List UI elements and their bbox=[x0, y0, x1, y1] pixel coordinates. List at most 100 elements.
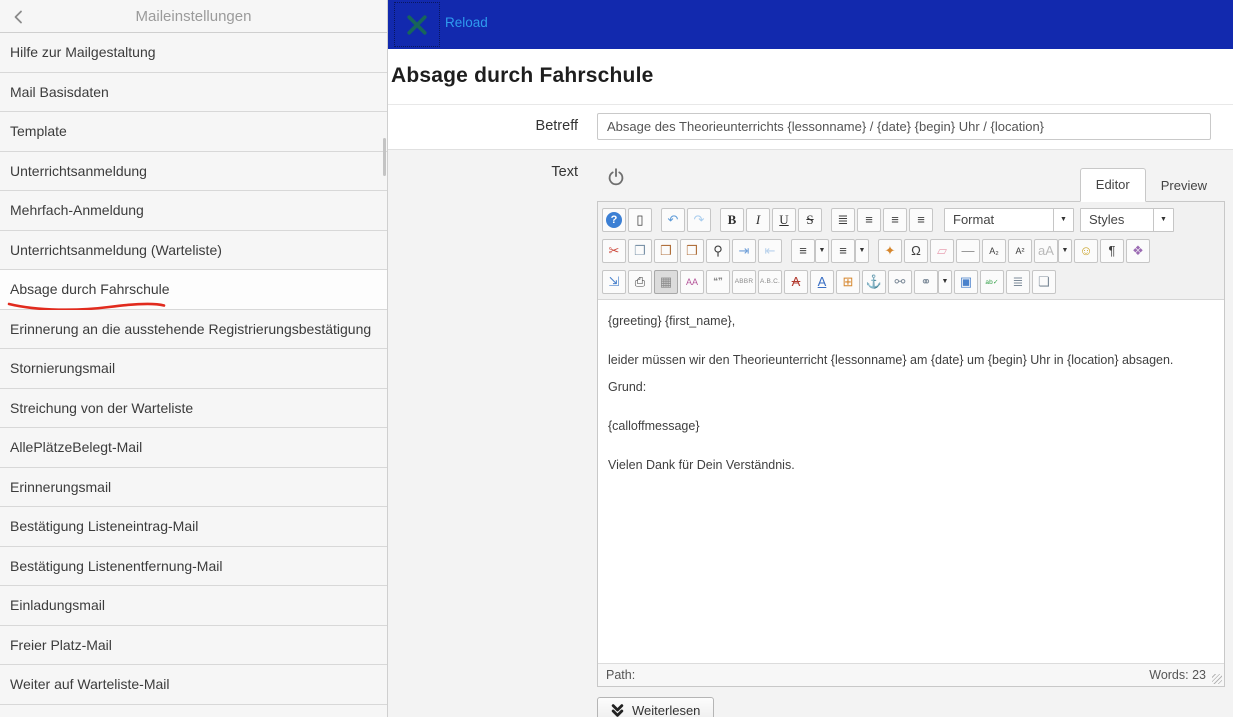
subscript-icon[interactable]: A₂ bbox=[982, 238, 1006, 263]
editor-toolbar: ? ▯ ↶ ↷ B I U S ≣ ≡ ≡ ≡ Format ▼ Styles ▼ ✂ ❐ ❒ ❒ ⚲ ⇥ ⇤ ≡ ▼ ≡ ▼ ✦ Ω ▱… bbox=[598, 202, 1224, 300]
resize-grip-icon[interactable] bbox=[1212, 674, 1222, 684]
sidebar-item[interactable]: Mehrfach-Anmeldung bbox=[0, 191, 387, 231]
bold-icon[interactable]: B bbox=[720, 207, 744, 232]
sidebar-item[interactable]: Streichung von der Warteliste bbox=[0, 388, 387, 428]
find-icon[interactable]: ⚲ bbox=[706, 238, 730, 263]
acronym-icon[interactable]: A.B.C. bbox=[758, 269, 782, 294]
style-props-caret[interactable]: ▼ bbox=[1058, 238, 1072, 263]
close-button[interactable] bbox=[394, 2, 440, 47]
indent-icon[interactable]: ⇥ bbox=[732, 238, 756, 263]
sidebar-item[interactable]: Unterrichtsanmeldung (Warteliste) bbox=[0, 230, 387, 270]
sidebar-item[interactable]: Bestätigung Listenentfernung-Mail bbox=[0, 546, 387, 586]
back-icon[interactable] bbox=[10, 8, 28, 26]
unlink-icon[interactable]: ⚯ bbox=[888, 269, 912, 294]
link-caret[interactable]: ▼ bbox=[938, 269, 952, 294]
sidebar-item[interactable]: Freier Platz-Mail bbox=[0, 625, 387, 665]
numbered-list-caret[interactable]: ▼ bbox=[815, 238, 829, 263]
del-icon[interactable]: A bbox=[784, 269, 808, 294]
insert-date-icon[interactable]: ⊞ bbox=[836, 269, 860, 294]
advanced-hr-icon[interactable]: ≣ bbox=[1006, 269, 1030, 294]
print-icon[interactable]: ⎙ bbox=[628, 269, 652, 294]
text-row: Text Editor Preview ?▯↶↷BIUS≣≡ bbox=[388, 149, 1233, 717]
justify-full-icon[interactable]: ≣ bbox=[831, 207, 855, 232]
fullscreen-icon[interactable]: ⇲ bbox=[602, 269, 626, 294]
redo-icon[interactable]: ↷ bbox=[687, 207, 711, 232]
sidebar-item[interactable]: Erinnerungsmail bbox=[0, 467, 387, 507]
emotions-icon[interactable]: ☺ bbox=[1074, 238, 1098, 263]
style-props-icon[interactable]: aA bbox=[1034, 238, 1058, 263]
outdent-icon[interactable]: ⇤ bbox=[758, 238, 782, 263]
ins-icon[interactable]: A bbox=[810, 269, 834, 294]
link-icon[interactable]: ⚭ bbox=[914, 269, 938, 294]
text-label: Text bbox=[551, 164, 578, 180]
table-icon[interactable]: ▦ bbox=[654, 269, 678, 294]
sidebar-title: Maileinstellungen bbox=[135, 7, 252, 25]
paste-icon[interactable]: ❒ bbox=[654, 238, 678, 263]
subject-input[interactable] bbox=[597, 113, 1211, 140]
font-colors-icon[interactable]: AA bbox=[680, 269, 704, 294]
editor-statusbar: Path: Words: 23 bbox=[598, 663, 1224, 686]
sidebar-list: Hilfe zur Mailgestaltung Mail Basisdaten T… bbox=[0, 33, 387, 705]
sidebar-item[interactable]: Unterrichtsanmeldung bbox=[0, 151, 387, 191]
tab-editor[interactable]: Editor bbox=[1079, 168, 1146, 202]
insert-layer-icon[interactable]: ❏ bbox=[1032, 269, 1056, 294]
horizontal-rule-icon[interactable]: — bbox=[956, 238, 980, 263]
power-icon[interactable] bbox=[607, 168, 625, 186]
reload-link[interactable]: Reload bbox=[445, 15, 488, 30]
paste-as-text-icon[interactable]: ❒ bbox=[680, 238, 704, 263]
sidebar-item[interactable]: Template bbox=[0, 112, 387, 152]
image-icon[interactable]: ▣ bbox=[954, 269, 978, 294]
bullet-list-caret[interactable]: ▼ bbox=[855, 238, 869, 263]
paragraph-icon[interactable]: ¶ bbox=[1100, 238, 1124, 263]
cite-icon[interactable]: ABBR bbox=[732, 269, 756, 294]
spellcheck-icon[interactable]: ab✓ bbox=[980, 269, 1004, 294]
special-char-icon[interactable]: Ω bbox=[904, 238, 928, 263]
sidebar-item[interactable]: Erinnerung an die ausstehende Registrier… bbox=[0, 309, 387, 349]
sidebar-item[interactable]: AllePlätzeBelegt-Mail bbox=[0, 428, 387, 468]
new-document-icon[interactable]: ▯ bbox=[628, 207, 652, 232]
sidebar-item[interactable]: Bestätigung Listeneintrag-Mail bbox=[0, 507, 387, 547]
superscript-icon[interactable]: A² bbox=[1008, 238, 1032, 263]
read-more-button[interactable]: Weiterlesen bbox=[597, 697, 715, 717]
justify-right-icon[interactable]: ≡ bbox=[909, 207, 933, 232]
numbered-list-icon[interactable]: ≡ bbox=[791, 238, 815, 263]
format-select[interactable]: Format ▼ bbox=[944, 207, 1074, 232]
word-count: Words: 23 bbox=[1149, 668, 1206, 682]
anchor-icon[interactable]: ⚓ bbox=[862, 269, 886, 294]
sidebar-item[interactable]: Einladungsmail bbox=[0, 586, 387, 626]
cleanup-icon[interactable]: ✦ bbox=[878, 238, 902, 263]
italic-icon[interactable]: I bbox=[746, 207, 770, 232]
justify-left-icon[interactable]: ≡ bbox=[883, 207, 907, 232]
sidebar-item-label: Mail Basisdaten bbox=[10, 83, 109, 100]
editor-content[interactable]: {greeting} {first_name}, leider müssen wi… bbox=[598, 300, 1224, 663]
copy-icon[interactable]: ❐ bbox=[628, 238, 652, 263]
sidebar-item-label: Erinnerungsmail bbox=[10, 478, 112, 495]
blockquote-icon[interactable]: ❝❞ bbox=[706, 269, 730, 294]
sidebar-item-label: AllePlätzeBelegt-Mail bbox=[10, 439, 143, 456]
sidebar-item[interactable]: Weiter auf Warteliste-Mail bbox=[0, 665, 387, 705]
rich-text-editor: ? ▯ ↶ ↷ B I U S ≣ ≡ ≡ ≡ Format ▼ Styles ▼ ✂ ❐ ❒ ❒ ⚲ ⇥ ⇤ ≡ ▼ ≡ ▼ ✦ Ω ▱… bbox=[597, 201, 1225, 687]
strikethrough-icon[interactable]: S bbox=[798, 207, 822, 232]
sidebar-item[interactable]: Stornierungsmail bbox=[0, 349, 387, 389]
sidebar-item[interactable]: Hilfe zur Mailgestaltung bbox=[0, 33, 387, 73]
sidebar-scrollbar[interactable] bbox=[383, 138, 386, 176]
sidebar-item[interactable]: Mail Basisdaten bbox=[0, 72, 387, 112]
underline-icon[interactable]: U bbox=[772, 207, 796, 232]
sidebar-item-label: Freier Platz-Mail bbox=[10, 636, 112, 653]
undo-icon[interactable]: ↶ bbox=[661, 207, 685, 232]
read-more-label: Weiterlesen bbox=[632, 703, 701, 717]
styles-select[interactable]: Styles ▼ bbox=[1080, 207, 1174, 232]
help-icon[interactable]: ? bbox=[602, 207, 626, 232]
template-icon[interactable]: ❖ bbox=[1126, 238, 1150, 263]
justify-center-icon[interactable]: ≡ bbox=[857, 207, 881, 232]
page-title: Absage durch Fahrschule bbox=[391, 64, 654, 87]
sidebar-header: Maileinstellungen bbox=[0, 0, 387, 33]
double-chevron-down-icon bbox=[611, 704, 624, 717]
editor-column: Editor Preview ? ▯ ↶ ↷ B I U S ≣ ≡ ≡ ≡ Format ▼ Styles… bbox=[597, 150, 1225, 717]
sidebar-item-label: Unterrichtsanmeldung (Warteliste) bbox=[10, 241, 222, 258]
bullet-list-icon[interactable]: ≡ bbox=[831, 238, 855, 263]
cut-icon[interactable]: ✂ bbox=[602, 238, 626, 263]
sidebar-item[interactable]: Absage durch Fahrschule bbox=[0, 270, 387, 311]
tab-preview[interactable]: Preview bbox=[1146, 170, 1222, 202]
remove-format-icon[interactable]: ▱ bbox=[930, 238, 954, 263]
